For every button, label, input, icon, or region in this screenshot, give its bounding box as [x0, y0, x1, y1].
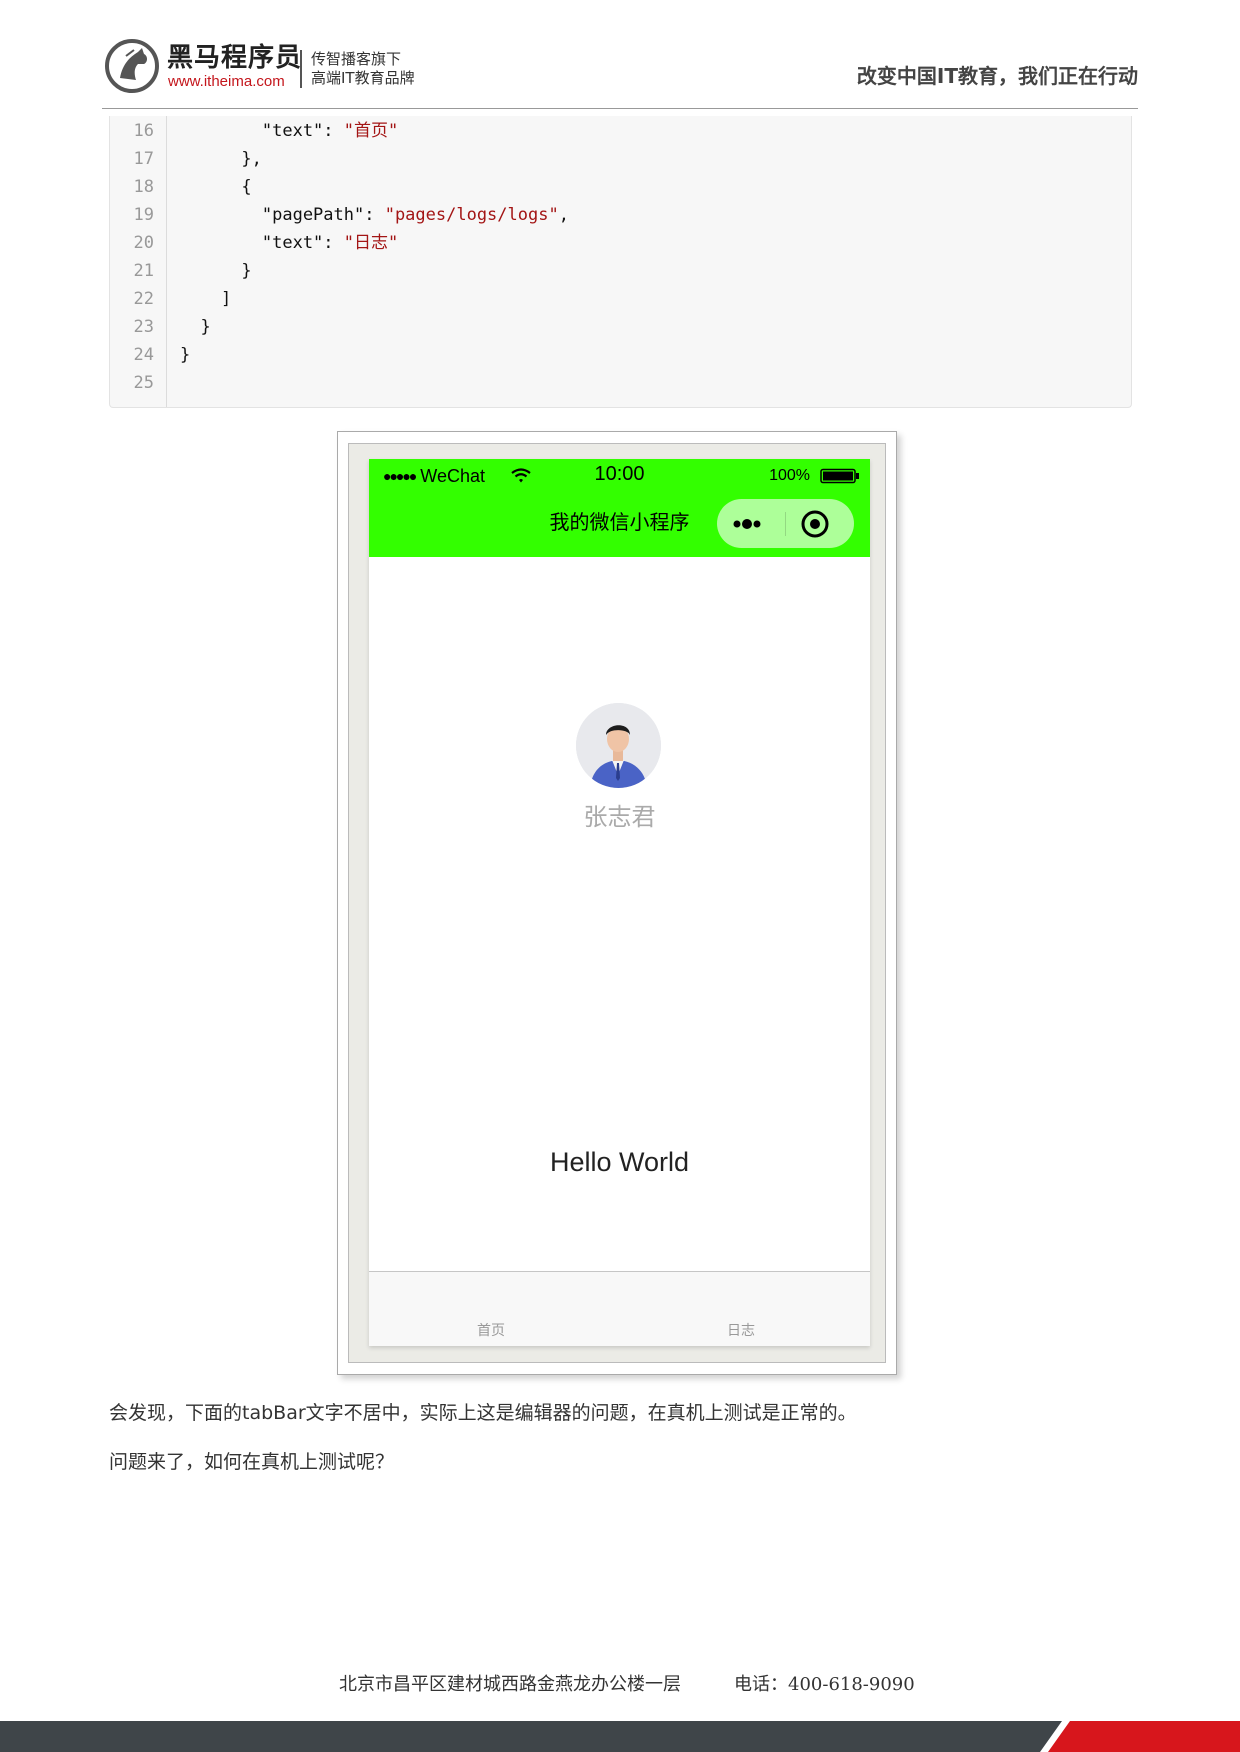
close-target-icon[interactable]	[800, 509, 830, 539]
code-token: {	[180, 177, 252, 197]
code-line: 24}	[110, 341, 1131, 369]
code-token: },	[180, 149, 262, 169]
user-avatar[interactable]	[576, 703, 661, 788]
line-number: 16	[133, 121, 154, 141]
code-token: "pagePath":	[180, 205, 385, 225]
code-token: ,	[558, 205, 569, 225]
line-number: 18	[133, 177, 154, 197]
horse-logo-icon	[105, 39, 159, 93]
footer-address: 北京市昌平区建材城西路金燕龙办公楼一层	[339, 1674, 681, 1695]
capsule-menu[interactable]	[717, 499, 854, 548]
navigation-bar: ●●●●● WeChat 10:00 100% 我的微信小程序	[369, 459, 870, 557]
brand-tagline-1: 传智播客旗下	[311, 50, 402, 68]
capsule-divider	[785, 512, 786, 536]
brand-divider	[300, 50, 302, 88]
code-line: 23 }	[110, 313, 1131, 341]
footer-band	[0, 1721, 1240, 1752]
code-line: 22 ]	[110, 285, 1131, 313]
header-divider	[102, 108, 1138, 109]
battery-icon	[820, 468, 859, 484]
code-line: 25	[110, 369, 1131, 397]
line-number: 22	[133, 289, 154, 309]
phone-screen: ●●●●● WeChat 10:00 100% 我的微信小程序 张志君 Hell…	[369, 459, 870, 1346]
code-token: "text":	[180, 233, 344, 253]
code-block: 16 "text": "首页" 17 }, 18 {19 "pagePath": "…	[109, 116, 1132, 408]
user-nickname: 张志君	[583, 803, 656, 831]
more-dots-icon[interactable]	[727, 499, 782, 548]
brand-tagline-2: 高端IT教育品牌	[311, 69, 415, 87]
code-line: 20 "text": "日志"	[110, 229, 1131, 257]
battery-percent: 100%	[769, 467, 810, 484]
line-number: 17	[133, 149, 154, 169]
code-string: "pages/logs/logs"	[384, 205, 559, 225]
code-text: ]	[180, 285, 231, 313]
code-line: 19 "pagePath": "pages/logs/logs",	[110, 201, 1131, 229]
code-token: }	[180, 345, 191, 365]
code-line: 21 }	[110, 257, 1131, 285]
hello-text: Hello World	[549, 1147, 690, 1177]
code-line: 16 "text": "首页"	[110, 117, 1131, 145]
code-token: ]	[180, 289, 232, 309]
code-text: },	[180, 145, 262, 173]
tab-bar: 首页 日志	[369, 1271, 870, 1346]
code-token: }	[180, 317, 211, 337]
line-number: 21	[133, 261, 154, 281]
avatar-photo-icon	[576, 703, 661, 788]
code-line: 17 },	[110, 145, 1131, 173]
body-paragraph-2: 问题来了，如何在真机上测试呢？	[109, 1451, 395, 1473]
code-text: {	[180, 173, 252, 201]
brand-url[interactable]: www.itheima.com	[168, 73, 285, 91]
tab-logs[interactable]: 日志	[727, 1322, 755, 1340]
brand-name: 黑马程序员	[167, 43, 303, 73]
line-number: 20	[133, 233, 154, 253]
code-text: }	[180, 313, 211, 341]
code-string: "日志"	[343, 233, 399, 253]
line-number: 25	[133, 373, 154, 393]
code-token: }	[180, 261, 252, 281]
tab-home[interactable]: 首页	[477, 1322, 505, 1340]
header-slogan: 改变中国IT教育，我们正在行动	[856, 64, 1138, 88]
body-paragraph-1: 会发现，下面的tabBar文字不居中，实际上这是编辑器的问题，在真机上测试是正常…	[109, 1402, 857, 1424]
code-string: "首页"	[343, 121, 399, 141]
code-token: "text":	[180, 121, 344, 141]
page-header: 黑马程序员 www.itheima.com 传智播客旗下 高端IT教育品牌 改变…	[0, 0, 1240, 110]
footer-phone: 电话：400-618-9090	[734, 1674, 915, 1695]
code-text: }	[180, 257, 252, 285]
line-number: 23	[133, 317, 154, 337]
code-text: "pagePath": "pages/logs/logs",	[180, 201, 569, 229]
code-text: "text": "日志"	[180, 229, 398, 257]
code-line: 18 {	[110, 173, 1131, 201]
code-text: }	[180, 341, 190, 369]
line-number: 19	[133, 205, 154, 225]
code-text: "text": "首页"	[180, 117, 398, 145]
line-number: 24	[133, 345, 154, 365]
